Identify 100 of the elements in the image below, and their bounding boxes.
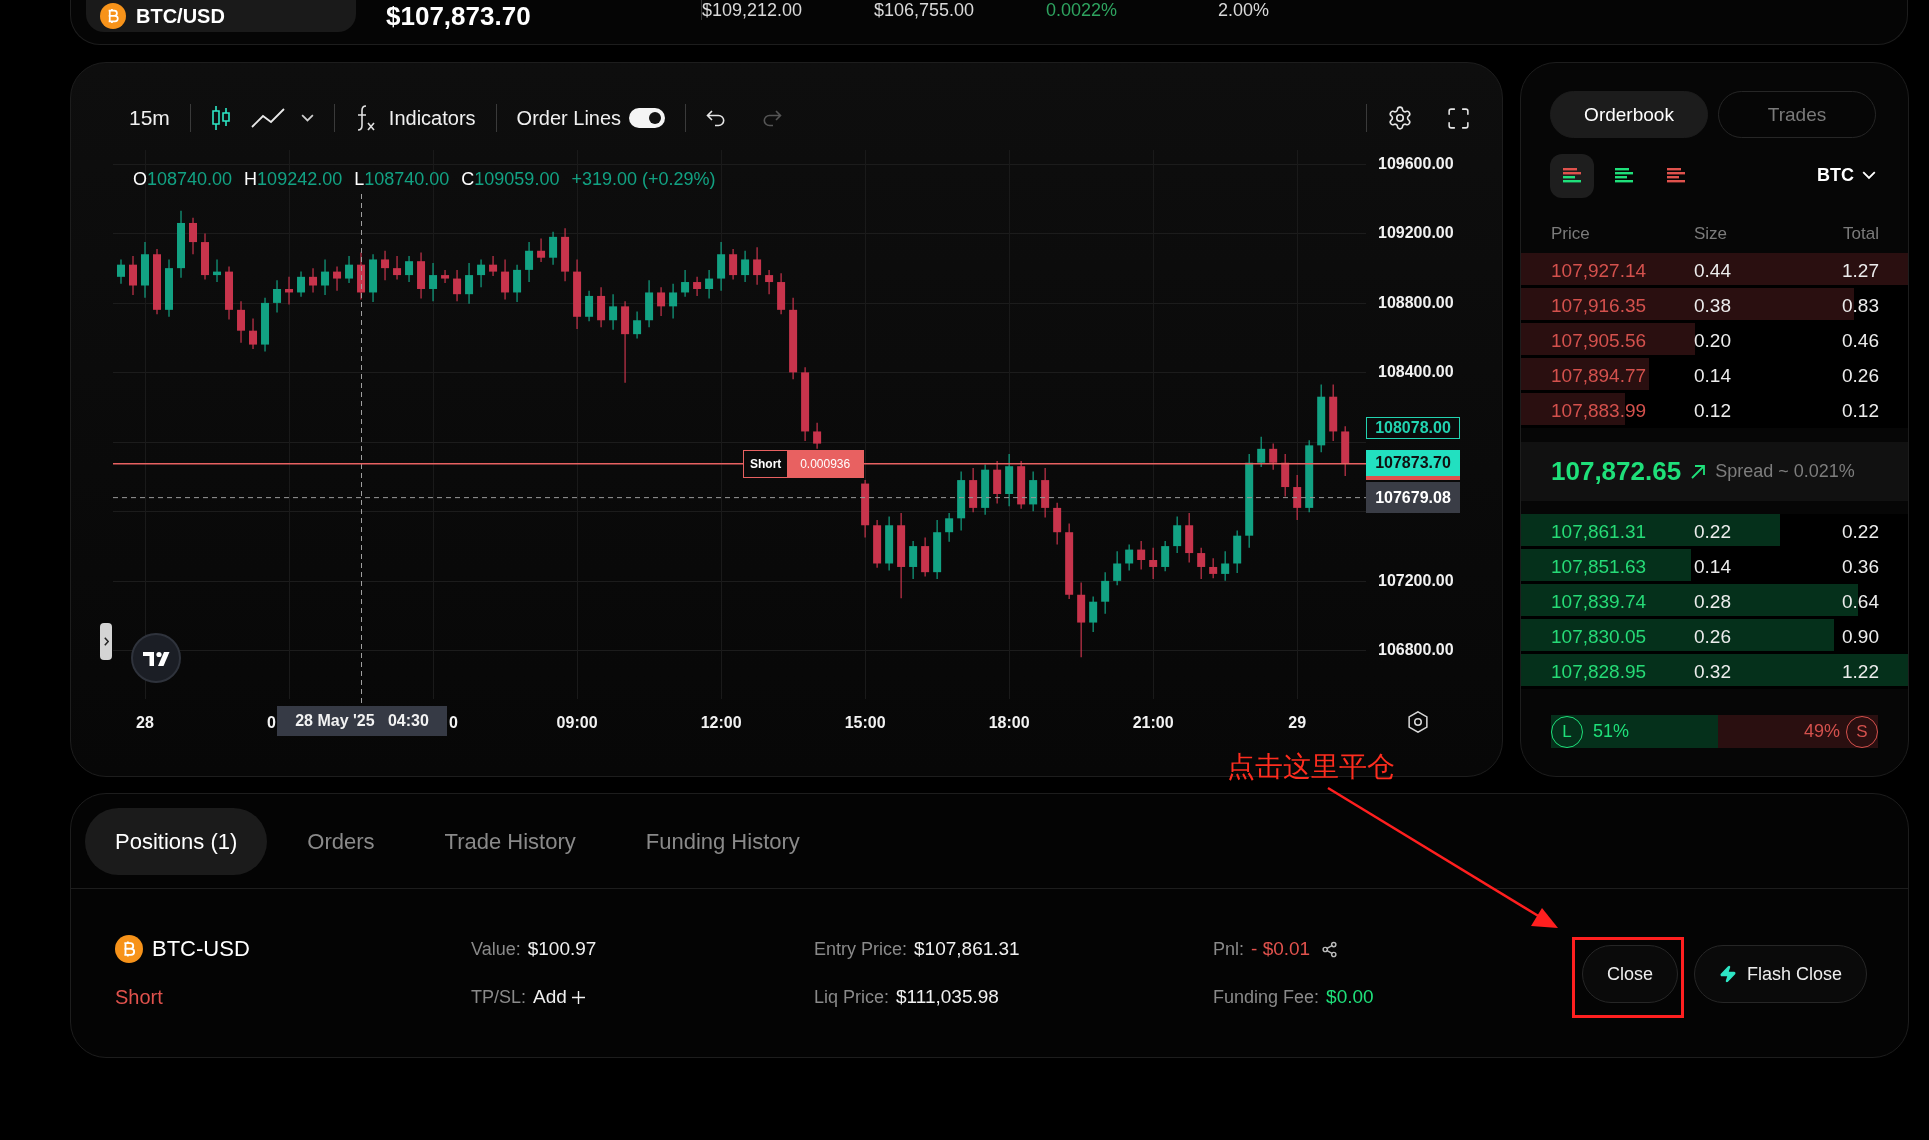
- order-total: 0.90: [1842, 625, 1879, 648]
- field-value: - $0.01: [1251, 938, 1311, 960]
- settings-icon[interactable]: [1408, 711, 1428, 733]
- ask-price: 107,883.99: [1551, 399, 1647, 422]
- ask-row[interactable]: 107,894.77 0.14 0.26: [1521, 358, 1908, 393]
- price-axis-label: 106800.00: [1378, 640, 1454, 661]
- positions-tab[interactable]: Trade History: [414, 808, 606, 875]
- ask-row[interactable]: 107,916.35 0.38 0.83: [1521, 288, 1908, 323]
- price-axis-label: 108800.00: [1378, 292, 1454, 313]
- market-price: $107,873.70: [386, 0, 532, 32]
- share-icon[interactable]: [1321, 940, 1339, 958]
- order-total: 0.22: [1842, 520, 1879, 543]
- order-size: 0.32: [1694, 660, 1731, 683]
- price-axis-label: 109600.00: [1378, 153, 1454, 174]
- indicators-button[interactable]: Indicators: [354, 105, 476, 131]
- add-tp-sl-button[interactable]: Add: [533, 986, 585, 1008]
- close-button[interactable]: Close: [1582, 945, 1679, 1003]
- bid-row[interactable]: 107,830.05 0.26 0.90: [1521, 619, 1908, 654]
- order-size: 0.14: [1694, 555, 1731, 578]
- field-label: Liq Price:: [814, 986, 890, 1008]
- candlestick-icon[interactable]: [210, 105, 231, 131]
- market-stat-value: 2.00%: [1218, 0, 1271, 20]
- legend-change: +319.00 (+0.29%): [571, 168, 716, 190]
- line-chart-icon[interactable]: [250, 108, 285, 128]
- order-size: 0.44: [1694, 259, 1731, 282]
- position-side: Short: [115, 985, 163, 1009]
- bid-row[interactable]: 107,839.74 0.28 0.64: [1521, 584, 1908, 619]
- time-axis-label: 18:00: [988, 713, 1030, 733]
- ask-row[interactable]: 107,905.56 0.20 0.46: [1521, 323, 1908, 358]
- ask-price: 107,905.56: [1551, 329, 1647, 352]
- order-total: 0.26: [1842, 364, 1879, 387]
- undo-icon[interactable]: [706, 109, 727, 127]
- positions-tab[interactable]: Orders: [277, 808, 405, 875]
- market-symbol-selector[interactable]: BTC/USD: [86, 0, 356, 32]
- price-axis-label: 107200.00: [1378, 570, 1454, 591]
- chevron-down-icon: [1862, 171, 1876, 180]
- positions-tab[interactable]: Funding History: [615, 808, 830, 875]
- price-axis-tag: 107679.08: [1366, 482, 1460, 513]
- order-size: 0.20: [1694, 329, 1731, 352]
- order-size: 0.14: [1694, 364, 1731, 387]
- position-symbol: BTC-USD: [152, 936, 250, 962]
- legend-value: 109059.00: [474, 168, 560, 190]
- positions-tab[interactable]: Positions (1): [85, 808, 268, 875]
- chevron-right-icon: [103, 637, 109, 646]
- order-size: 0.12: [1694, 399, 1731, 422]
- column-header: Price: [1551, 224, 1591, 244]
- mid-price: 107,872.65: [1551, 456, 1682, 487]
- legend-key: L: [354, 168, 365, 190]
- chevron-down-icon[interactable]: [300, 114, 314, 122]
- flash-close-button[interactable]: Flash Close: [1694, 945, 1868, 1003]
- ask-row[interactable]: 107,927.14 0.44 1.27: [1521, 253, 1908, 288]
- price-axis-tag: 108078.00: [1366, 417, 1460, 439]
- settings-icon[interactable]: [1387, 105, 1413, 131]
- field-value: $107,861.31: [914, 938, 1020, 960]
- order-size: 0.28: [1694, 590, 1731, 613]
- time-axis-label: 0: [267, 713, 276, 733]
- book-view-button[interactable]: [1550, 153, 1594, 198]
- unit-selector[interactable]: BTC: [1817, 165, 1876, 186]
- ask-row[interactable]: 107,883.99 0.12 0.12: [1521, 393, 1908, 428]
- order-line-tag[interactable]: Short 0.000936: [743, 450, 864, 478]
- ask-price: 107,916.35: [1551, 294, 1647, 317]
- market-stat-value: $106,755.00: [874, 0, 976, 20]
- lightning-icon: [1719, 965, 1738, 983]
- bid-price: 107,839.74: [1551, 590, 1647, 613]
- order-size: 0.22: [1694, 520, 1731, 543]
- field-label: Value:: [471, 938, 521, 960]
- bid-price: 107,851.63: [1551, 555, 1647, 578]
- bid-row[interactable]: 107,851.63 0.14 0.36: [1521, 549, 1908, 584]
- side-panel-handle[interactable]: [100, 623, 112, 660]
- order-total: 1.22: [1842, 660, 1879, 683]
- order-total: 0.36: [1842, 555, 1879, 578]
- field-value: $0.00: [1326, 986, 1374, 1008]
- stacked-lines-icon: [1666, 168, 1686, 183]
- orderbook-tab[interactable]: Orderbook: [1550, 91, 1708, 138]
- fullscreen-icon[interactable]: [1446, 105, 1471, 131]
- column-header: Total: [1843, 224, 1879, 244]
- interval-selector[interactable]: 15m: [129, 105, 170, 131]
- annotation-text: 点击这里平仓: [1227, 749, 1395, 785]
- price-axis-label: 108400.00: [1378, 362, 1454, 383]
- order-size: 0.38: [1694, 294, 1731, 317]
- bid-price: 107,861.31: [1551, 520, 1647, 543]
- arrow-up-right-icon: [1691, 464, 1706, 479]
- bid-price: 107,828.95: [1551, 660, 1647, 683]
- price-axis-tag: 107873.70: [1366, 450, 1460, 480]
- time-axis-label: 28: [136, 713, 154, 733]
- order-total: 0.64: [1842, 590, 1879, 613]
- order-total: 1.27: [1842, 259, 1879, 282]
- field-label: Funding Fee:: [1213, 986, 1320, 1008]
- bid-row[interactable]: 107,861.31 0.22 0.22: [1521, 514, 1908, 549]
- time-axis-label: 15:00: [844, 713, 886, 733]
- legend-value: 108740.00: [364, 168, 450, 190]
- bid-price: 107,830.05: [1551, 625, 1647, 648]
- field-label: TP/SL:: [471, 986, 527, 1008]
- chart-logo-icon[interactable]: [131, 633, 181, 683]
- order-total: 0.12: [1842, 399, 1879, 422]
- coin-icon: [100, 3, 126, 29]
- price-axis-label: 109200.00: [1378, 223, 1454, 244]
- bid-row[interactable]: 107,828.95 0.32 1.22: [1521, 654, 1908, 689]
- order-lines-toggle[interactable]: [629, 108, 666, 128]
- stacked-lines-icon: [1562, 168, 1582, 183]
